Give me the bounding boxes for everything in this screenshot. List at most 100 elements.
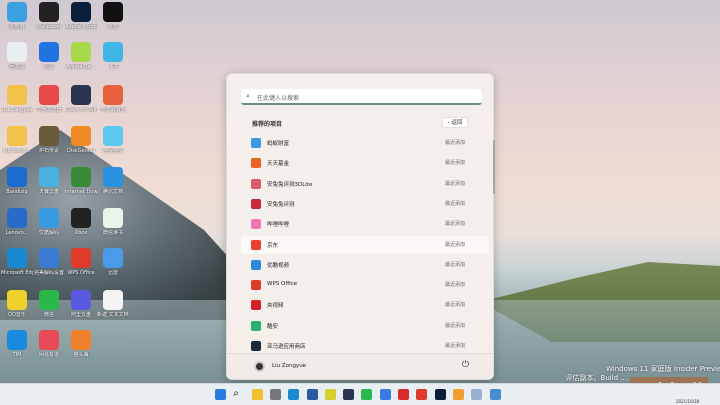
app-icon <box>7 290 27 310</box>
taskbar-qq-music-icon[interactable] <box>324 389 336 400</box>
desktop-icon-label: 抖音 <box>107 24 118 30</box>
taskbar-notepad-icon[interactable] <box>489 389 501 400</box>
search-input[interactable]: ⌕ 在此键入以搜索 <box>241 89 482 105</box>
desktop-icon-label: 回收站 <box>9 64 25 70</box>
recommended-item[interactable]: 天天基金 最近添加 <box>241 154 489 172</box>
app-icon <box>103 85 123 105</box>
desktop-icon-label: 此电脑 <box>9 24 25 30</box>
desktop-icon[interactable]: 阿里云盘 <box>65 290 97 318</box>
taskbar-search-icon[interactable]: ⌕ <box>233 389 244 400</box>
desktop-icon-label: 新建 文本文档.txt <box>97 312 129 318</box>
taskbar-it-home-icon[interactable] <box>398 389 409 400</box>
scrollbar[interactable] <box>493 140 495 194</box>
desktop-icon[interactable]: Wallpaper <box>33 2 65 30</box>
desktop-icon[interactable]: 完美解码设置 <box>33 248 65 276</box>
item-name: 亚马逊应用商店 <box>267 344 306 350</box>
desktop-icon[interactable]: Microsoft Edge <box>1 248 33 276</box>
desktop-icon[interactable]: 此电脑 <box>1 2 33 30</box>
desktop-icon[interactable]: 哔哩哔哩 <box>97 126 129 154</box>
user-name[interactable]: Liu Zongyue <box>272 363 306 369</box>
desktop-icon[interactable]: 迅雷 <box>97 248 129 276</box>
recommended-item[interactable]: 酷安 最近添加 <box>241 317 489 335</box>
desktop-icon[interactable]: 微信 <box>33 290 65 318</box>
desktop-icon[interactable]: 网易有道 <box>33 330 65 358</box>
taskbar-edge-icon[interactable] <box>288 389 300 400</box>
app-icon <box>71 2 91 22</box>
desktop-icon[interactable]: 炉石传说 <box>33 126 65 154</box>
recommended-item[interactable]: 蚂蚁财富 最近添加 <box>241 134 489 152</box>
desktop-icon[interactable]: Internet Downloa... <box>65 167 97 195</box>
desktop-icon[interactable]: DiskGenius <box>65 126 97 154</box>
app-icon <box>71 126 91 146</box>
desktop-icon-label: Microsoft Edge <box>1 270 33 276</box>
app-icon <box>251 280 261 291</box>
app-icon <box>103 2 123 22</box>
desktop-icon[interactable]: QQ音乐 <box>1 290 33 318</box>
taskbar-photos-icon[interactable] <box>471 389 483 400</box>
desktop-icon[interactable]: 新建 文本文档.txt <box>97 290 129 318</box>
power-icon[interactable]: ⏻ <box>462 360 469 370</box>
desktop-icon[interactable]: Lenovo... <box>1 208 33 236</box>
recommended-item[interactable]: 安兔兔评测3DLite 最近添加 <box>241 175 489 193</box>
taskbar-settings-icon[interactable] <box>269 389 281 400</box>
recommended-item[interactable]: 京东 最近添加 <box>241 235 489 254</box>
item-time: 最近添加 <box>444 200 465 207</box>
desktop-icon[interactable]: WPS Office <box>65 248 97 276</box>
desktop-icon-label: 微信 <box>43 312 54 318</box>
desktop-icon[interactable]: 抖音 <box>97 2 129 30</box>
taskbar-mayi-icon[interactable] <box>452 389 464 400</box>
app-icon <box>7 248 27 268</box>
item-name: 京东 <box>267 242 279 249</box>
desktop-icon[interactable]: 猫头鹰 <box>65 330 97 358</box>
desktop-icon-label: TIM <box>12 352 22 358</box>
back-button[interactable]: ‹ 返回 <box>442 117 468 128</box>
desktop-icon[interactable]: Bandizip <box>1 167 33 195</box>
desktop-icon-label: Microsoft... <box>3 148 31 154</box>
desktop-icon-label: Xbox <box>74 230 88 236</box>
desktop-icon[interactable]: Microsoft... <box>1 126 33 154</box>
taskbar-wechat-icon[interactable] <box>361 389 373 400</box>
desktop-icon[interactable]: Xbox <box>65 208 97 236</box>
desktop-icon[interactable]: 迅雷 <box>33 42 65 70</box>
desktop-icon[interactable]: Liu Zongyue <box>1 85 33 113</box>
taskbar-store-icon[interactable] <box>306 389 318 400</box>
taskbar-file-explorer-icon[interactable] <box>251 389 263 400</box>
desktop-icon[interactable]: TIM <box>1 330 33 358</box>
desktop-icon[interactable]: Clash for Windows <box>65 85 97 113</box>
app-icon <box>103 208 123 228</box>
taskbar-feishu-icon[interactable] <box>379 389 391 400</box>
desktop-icon-label: 腾讯文档 <box>102 189 123 195</box>
desktop-icon[interactable]: 微信读书 <box>97 208 129 236</box>
desktop-icon[interactable]: 开心消消乐 <box>97 85 129 113</box>
desktop-icon[interactable]: 优酷解码 <box>33 208 65 236</box>
app-icon <box>71 85 91 105</box>
desktop-icon[interactable]: 华为浏览器 <box>33 85 65 113</box>
desktop-icon[interactable]: 飞书 <box>97 42 129 70</box>
app-icon <box>103 248 123 268</box>
taskbar-photoshop-icon[interactable] <box>434 389 446 400</box>
desktop-icon-label: QQ音乐 <box>8 312 26 318</box>
desktop-icon[interactable]: AnimalDe... <box>65 42 97 70</box>
clock-date[interactable]: 2021/10/28 <box>676 399 699 404</box>
taskbar-wps-icon[interactable] <box>416 389 428 400</box>
desktop-icon[interactable]: 回收站 <box>1 42 33 70</box>
desktop-icon[interactable]: Adobe Photoshop <box>65 2 97 30</box>
taskbar-start-icon[interactable] <box>215 389 226 400</box>
taskbar-clash-icon[interactable] <box>343 389 355 400</box>
app-icon <box>103 126 123 146</box>
recommended-item[interactable]: 安兔兔评测 最近添加 <box>241 195 489 213</box>
item-name: WPS Office <box>267 281 298 288</box>
app-icon <box>103 42 123 62</box>
item-time: 最近添加 <box>444 221 465 228</box>
recommended-item[interactable]: WPS Office 最近添加 <box>241 276 489 294</box>
desktop-icon-label: 华为浏览器 <box>36 107 62 113</box>
app-icon <box>39 248 59 268</box>
recommended-item[interactable]: 央视频 最近添加 <box>241 296 489 314</box>
desktop-icon[interactable]: 天翼云盘 <box>33 167 65 195</box>
desktop-icon[interactable]: 腾讯文档 <box>97 167 129 195</box>
recommended-item[interactable]: 优酷视频 最近添加 <box>241 256 489 274</box>
desktop-icon-label: 炉石传说 <box>38 148 59 154</box>
recommended-item[interactable]: 哔哩哔哩 最近添加 <box>241 215 489 233</box>
app-icon <box>251 138 261 148</box>
avatar[interactable] <box>254 361 265 372</box>
